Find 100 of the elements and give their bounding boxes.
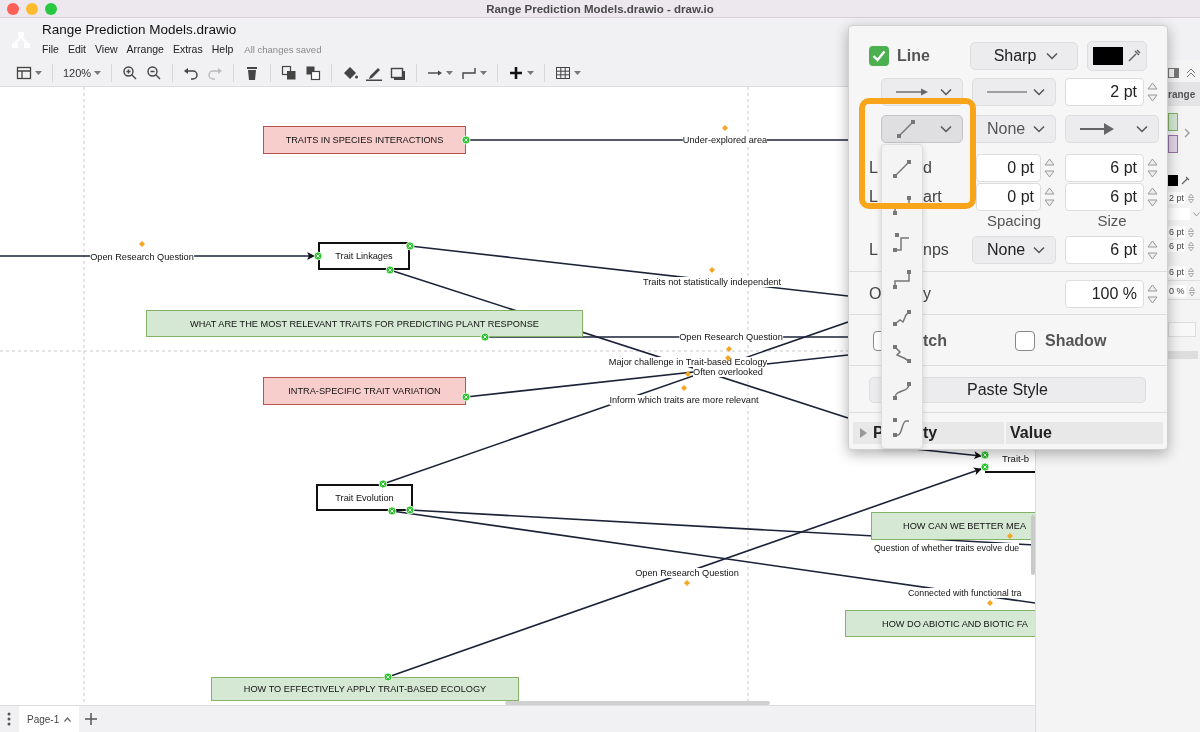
column-header: ty (923, 424, 938, 442)
number-field[interactable]: 0 pt (976, 154, 1041, 182)
spin-button[interactable] (1188, 226, 1194, 238)
checkbox[interactable] (1015, 331, 1035, 351)
scrollbar[interactable] (1168, 351, 1198, 359)
menu-item[interactable]: File (42, 43, 59, 55)
number-field[interactable]: 6 pt (1168, 266, 1185, 278)
paint-bucket-icon[interactable] (342, 65, 359, 81)
menu-item[interactable]: Help (211, 43, 234, 55)
midpoint-handle[interactable] (722, 125, 728, 131)
shadow-icon[interactable] (390, 65, 407, 81)
plus-icon[interactable] (508, 65, 525, 81)
spin-button[interactable] (1188, 266, 1194, 278)
field-label: L (869, 188, 878, 206)
number-field[interactable]: 6 pt (1168, 240, 1185, 252)
color-button[interactable] (1087, 41, 1147, 71)
close-button[interactable] (7, 2, 19, 15)
zoom-in-icon[interactable] (122, 65, 139, 81)
connection-handle[interactable] (480, 332, 490, 342)
number-field[interactable]: 6 pt (1065, 154, 1144, 182)
menu-item[interactable]: Extras (172, 43, 203, 55)
expand-triangle-icon[interactable] (860, 428, 867, 438)
end-marker-dropdown[interactable] (1065, 115, 1159, 143)
number-field[interactable]: 6 pt (1065, 236, 1144, 264)
connection-handle[interactable] (980, 462, 990, 472)
chevron-right-icon[interactable] (1184, 128, 1190, 138)
midpoint-handle[interactable] (709, 267, 715, 273)
menu-item[interactable]: View (95, 43, 118, 55)
diagram-node[interactable]: Trait Linkages (318, 242, 410, 270)
caret-up-icon (64, 716, 72, 722)
diagram-node[interactable]: HOW DO ABIOTIC AND BIOTIC FA (845, 610, 1035, 637)
connection-handle[interactable] (378, 479, 388, 489)
number-field[interactable]: 6 pt (1065, 183, 1144, 211)
style-swatch[interactable] (1168, 135, 1178, 153)
panel-icon[interactable] (1168, 68, 1179, 78)
spin-button[interactable] (1188, 240, 1194, 252)
edge-label: Open Research Question (679, 332, 783, 342)
diagram-node[interactable]: HOW TO EFFECTIVELY APPLY TRAIT-BASED ECOLOGY (211, 677, 519, 701)
number-field[interactable]: 2 pt (1168, 192, 1185, 204)
diagram-node[interactable]: Trait Evolution (316, 484, 413, 511)
file-name: Range Prediction Models.drawio (42, 22, 238, 39)
line-jumps-dropdown[interactable]: None (972, 236, 1056, 264)
spin-button[interactable] (1188, 285, 1195, 297)
panel-tab[interactable]: range (1168, 88, 1196, 100)
edge-label: Often overlooked (693, 367, 763, 377)
connection-handle[interactable] (461, 135, 471, 145)
connection-handle[interactable] (461, 392, 471, 402)
send-to-back-icon[interactable] (305, 65, 322, 81)
connection-handle[interactable] (385, 265, 395, 275)
connection-handle[interactable] (387, 506, 397, 516)
diagram-node[interactable]: TRAITS IN SPECIES INTERACTIONS (263, 126, 466, 154)
caret-icon (574, 71, 582, 75)
connection-handle[interactable] (980, 450, 990, 460)
chevron-down-icon (1193, 211, 1200, 217)
menu-item[interactable]: Arrange (126, 43, 164, 55)
zoom-dropdown[interactable]: 120% (59, 62, 106, 84)
scrollbar[interactable] (1031, 515, 1035, 575)
number-field[interactable]: 2 pt (1065, 78, 1144, 106)
number-field[interactable]: 0 % (1168, 285, 1186, 297)
style-swatch[interactable] (1168, 113, 1178, 131)
field-label: y (923, 285, 931, 303)
color-swatch[interactable] (1168, 175, 1178, 186)
diagram-node[interactable]: INTRA-SPECIFIC TRAIT VARIATION (263, 377, 466, 405)
waypoints-dropdown[interactable] (881, 115, 963, 143)
spin-button[interactable] (1188, 192, 1194, 204)
eyedropper-icon (1127, 49, 1141, 63)
number-field[interactable]: 6 pt (1168, 226, 1185, 238)
scrollbar[interactable] (505, 701, 770, 705)
waypoint-icon[interactable] (461, 65, 478, 81)
connection-handle[interactable] (405, 241, 415, 251)
eyedropper-icon[interactable] (1181, 176, 1190, 185)
number-field[interactable]: 0 pt (976, 183, 1041, 211)
checkbox[interactable] (869, 46, 889, 66)
midpoint-handle[interactable] (139, 241, 145, 247)
connection-handle[interactable] (405, 505, 415, 515)
diagram-node[interactable]: WHAT ARE THE MOST RELEVANT TRAITS FOR PREDICTING PLANT RESPONSE (146, 310, 583, 337)
midpoint-handle[interactable] (987, 600, 993, 606)
field-label: nps (923, 241, 949, 259)
bring-to-front-icon[interactable] (281, 65, 298, 81)
undo-icon[interactable] (183, 65, 200, 81)
panel-layout-icon[interactable] (16, 65, 32, 81)
menu-item[interactable]: Edit (67, 43, 86, 55)
diagram-node[interactable]: HOW CAN WE BETTER MEA (871, 512, 1035, 540)
midpoint-handle[interactable] (685, 371, 691, 377)
line-style-dropdown[interactable]: Sharp (970, 42, 1078, 70)
midpoint-handle[interactable] (1007, 533, 1013, 539)
page-tab[interactable]: Page-1 (19, 706, 80, 732)
connection-handle[interactable] (313, 251, 323, 261)
midpoint-handle[interactable] (684, 580, 690, 586)
connection-handle[interactable] (383, 672, 393, 682)
collapse-icon[interactable] (1186, 68, 1196, 78)
text-field[interactable] (1168, 322, 1196, 337)
caret-icon (35, 71, 42, 75)
table-icon[interactable] (555, 65, 572, 81)
line-pattern-dropdown[interactable] (972, 78, 1056, 106)
zoom-out-icon[interactable] (146, 65, 163, 81)
midpoint-handle[interactable] (681, 385, 687, 391)
more-vertical-icon[interactable] (7, 712, 11, 726)
number-field[interactable]: 100 % (1065, 280, 1144, 308)
pencil-line-icon[interactable] (366, 65, 383, 81)
